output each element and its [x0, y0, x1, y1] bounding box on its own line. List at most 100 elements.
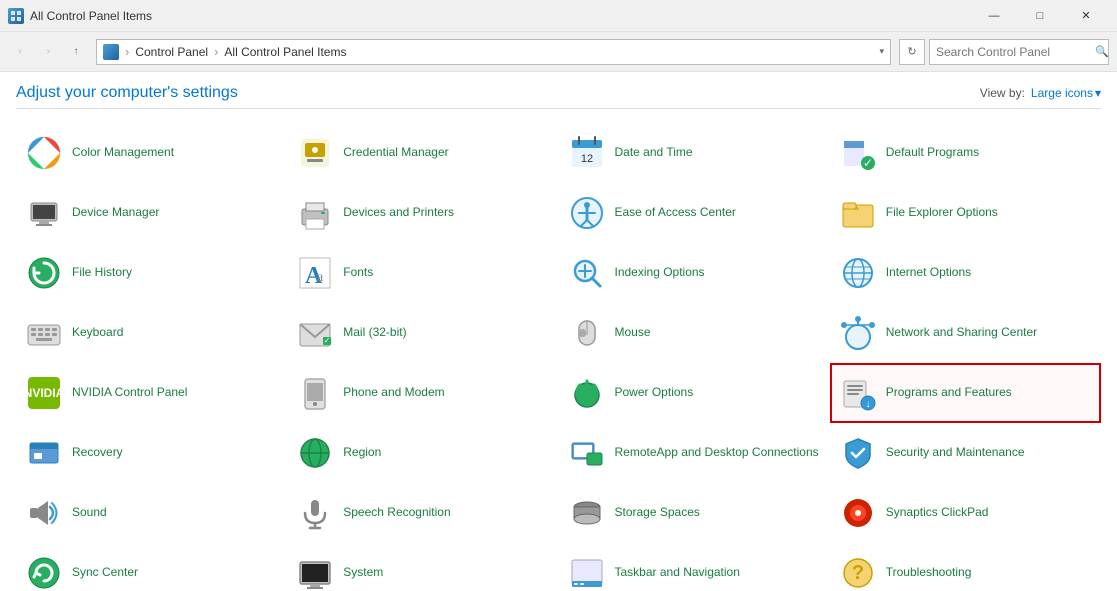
icon-ease-access	[567, 193, 607, 233]
svg-text:12: 12	[580, 153, 592, 165]
label-troubleshoot[interactable]: Troubleshooting	[886, 565, 972, 581]
item-default-programs[interactable]: ✓ Default Programs	[830, 123, 1101, 183]
label-credential-manager[interactable]: Credential Manager	[343, 145, 448, 161]
item-troubleshoot[interactable]: ?Troubleshooting	[830, 543, 1101, 591]
refresh-button[interactable]: ↻	[899, 39, 925, 65]
label-keyboard[interactable]: Keyboard	[72, 325, 123, 341]
item-speech[interactable]: Speech Recognition	[287, 483, 558, 543]
item-date-time[interactable]: 12 Date and Time	[559, 123, 830, 183]
item-sound[interactable]: Sound	[16, 483, 287, 543]
back-button[interactable]: ‹	[8, 40, 32, 64]
item-taskbar[interactable]: Taskbar and Navigation	[559, 543, 830, 591]
label-programs-features[interactable]: Programs and Features	[886, 385, 1012, 401]
icon-synaptics	[838, 493, 878, 533]
label-color-management[interactable]: Color Management	[72, 145, 174, 161]
icon-system	[295, 553, 335, 591]
icon-speech	[295, 493, 335, 533]
label-devices-printers[interactable]: Devices and Printers	[343, 205, 454, 221]
label-recovery[interactable]: Recovery	[72, 445, 123, 461]
item-system[interactable]: System	[287, 543, 558, 591]
item-recovery[interactable]: Recovery	[16, 423, 287, 483]
icon-color-management	[24, 133, 64, 173]
label-file-history[interactable]: File History	[72, 265, 132, 281]
item-credential-manager[interactable]: Credential Manager	[287, 123, 558, 183]
item-network-sharing[interactable]: Network and Sharing Center	[830, 303, 1101, 363]
address-path1[interactable]: Control Panel	[135, 45, 208, 59]
label-network-sharing[interactable]: Network and Sharing Center	[886, 325, 1037, 341]
item-keyboard[interactable]: Keyboard	[16, 303, 287, 363]
close-button[interactable]: ✕	[1063, 0, 1109, 32]
search-input[interactable]	[936, 45, 1091, 59]
item-synaptics[interactable]: Synaptics ClickPad	[830, 483, 1101, 543]
item-devices-printers[interactable]: Devices and Printers	[287, 183, 558, 243]
item-sync[interactable]: Sync Center	[16, 543, 287, 591]
item-mouse[interactable]: Mouse	[559, 303, 830, 363]
icon-credential-manager	[295, 133, 335, 173]
items-grid: Color Management Credential Manager 12 Date…	[16, 123, 1101, 591]
label-device-manager[interactable]: Device Manager	[72, 205, 159, 221]
item-fonts[interactable]: Aa Fonts	[287, 243, 558, 303]
label-default-programs[interactable]: Default Programs	[886, 145, 979, 161]
item-file-explorer[interactable]: File Explorer Options	[830, 183, 1101, 243]
item-device-manager[interactable]: Device Manager	[16, 183, 287, 243]
item-region[interactable]: Region	[287, 423, 558, 483]
label-remoteapp[interactable]: RemoteApp and Desktop Connections	[615, 445, 819, 461]
item-nvidia[interactable]: NVIDIA NVIDIA Control Panel	[16, 363, 287, 423]
label-sync[interactable]: Sync Center	[72, 565, 138, 581]
content-area: Adjust your computer's settings View by:…	[0, 72, 1117, 591]
item-file-history[interactable]: File History	[16, 243, 287, 303]
item-mail[interactable]: ✓ Mail (32-bit)	[287, 303, 558, 363]
label-sound[interactable]: Sound	[72, 505, 107, 521]
address-dropdown[interactable]: ▾	[879, 46, 884, 57]
address-box[interactable]: › Control Panel › All Control Panel Item…	[96, 39, 891, 65]
label-fonts[interactable]: Fonts	[343, 265, 373, 281]
label-mouse[interactable]: Mouse	[615, 325, 651, 341]
icon-mail: ✓	[295, 313, 335, 353]
item-color-management[interactable]: Color Management	[16, 123, 287, 183]
item-security-maintenance[interactable]: Security and Maintenance	[830, 423, 1101, 483]
item-storage[interactable]: Storage Spaces	[559, 483, 830, 543]
item-programs-features[interactable]: ↓ Programs and Features	[830, 363, 1101, 423]
viewby-label: View by:	[980, 86, 1025, 100]
icon-default-programs: ✓	[838, 133, 878, 173]
svg-text:NVIDIA: NVIDIA	[26, 386, 62, 400]
label-file-explorer[interactable]: File Explorer Options	[886, 205, 998, 221]
label-region[interactable]: Region	[343, 445, 381, 461]
forward-button[interactable]: ›	[36, 40, 60, 64]
icon-phone-modem	[295, 373, 335, 413]
address-path2[interactable]: All Control Panel Items	[224, 45, 346, 59]
icon-taskbar	[567, 553, 607, 591]
label-security-maintenance[interactable]: Security and Maintenance	[886, 445, 1025, 461]
up-button[interactable]: ↑	[64, 40, 88, 64]
label-indexing[interactable]: Indexing Options	[615, 265, 705, 281]
item-remoteapp[interactable]: RemoteApp and Desktop Connections	[559, 423, 830, 483]
address-icon	[103, 44, 119, 60]
item-internet-options[interactable]: Internet Options	[830, 243, 1101, 303]
item-power-options[interactable]: Power Options	[559, 363, 830, 423]
item-ease-access[interactable]: Ease of Access Center	[559, 183, 830, 243]
label-mail[interactable]: Mail (32-bit)	[343, 325, 406, 341]
label-system[interactable]: System	[343, 565, 383, 581]
label-synaptics[interactable]: Synaptics ClickPad	[886, 505, 989, 521]
search-box[interactable]: 🔍	[929, 39, 1109, 65]
svg-text:↓: ↓	[865, 399, 870, 410]
label-power-options[interactable]: Power Options	[615, 385, 694, 401]
icon-device-manager	[24, 193, 64, 233]
icon-remoteapp	[567, 433, 607, 473]
viewby-button[interactable]: Large icons ▾	[1031, 86, 1101, 100]
icon-fonts: Aa	[295, 253, 335, 293]
window-controls: — □ ✕	[971, 0, 1109, 32]
label-phone-modem[interactable]: Phone and Modem	[343, 385, 444, 401]
label-speech[interactable]: Speech Recognition	[343, 505, 450, 521]
item-indexing[interactable]: Indexing Options	[559, 243, 830, 303]
label-internet-options[interactable]: Internet Options	[886, 265, 971, 281]
minimize-button[interactable]: —	[971, 0, 1017, 32]
item-phone-modem[interactable]: Phone and Modem	[287, 363, 558, 423]
icon-sync	[24, 553, 64, 591]
label-storage[interactable]: Storage Spaces	[615, 505, 700, 521]
label-nvidia[interactable]: NVIDIA Control Panel	[72, 385, 187, 401]
label-taskbar[interactable]: Taskbar and Navigation	[615, 565, 740, 581]
maximize-button[interactable]: □	[1017, 0, 1063, 32]
label-date-time[interactable]: Date and Time	[615, 145, 693, 161]
label-ease-access[interactable]: Ease of Access Center	[615, 205, 736, 221]
